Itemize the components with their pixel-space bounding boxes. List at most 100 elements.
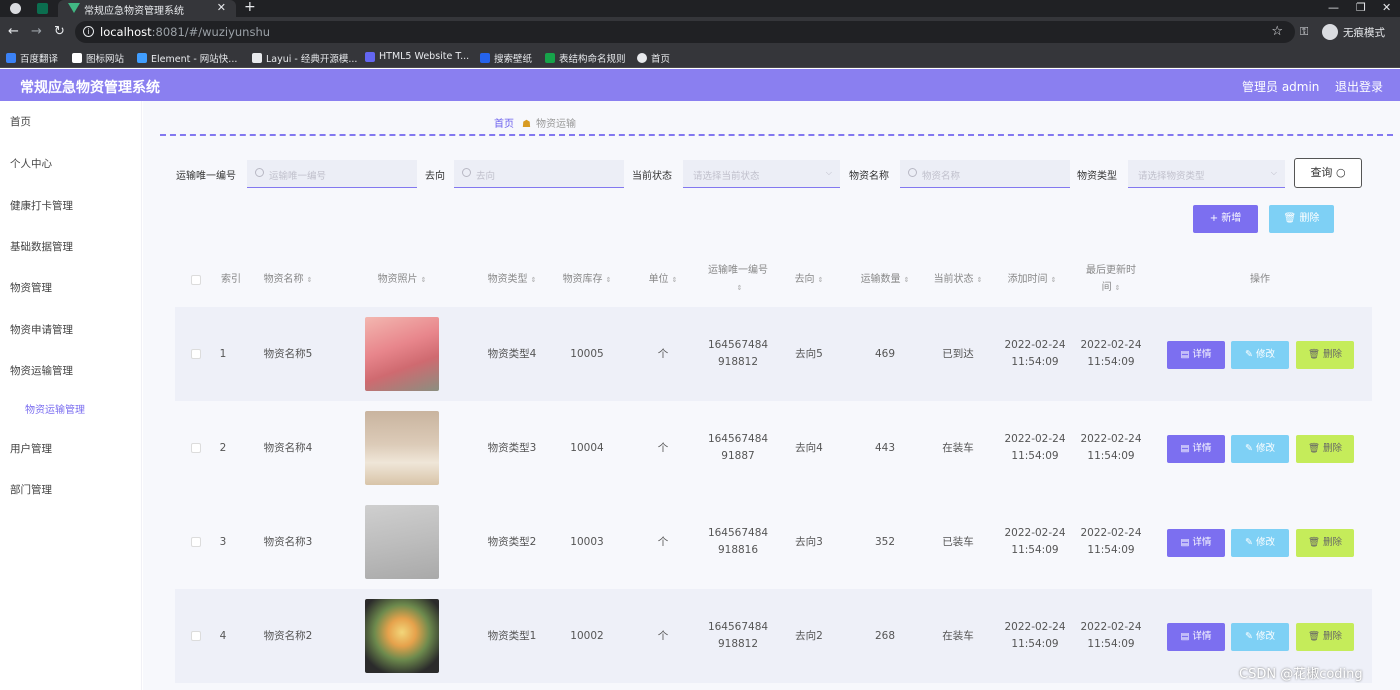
row-checkbox[interactable] (191, 537, 201, 547)
logout-link[interactable]: 退出登录 (1335, 78, 1383, 95)
pencil-icon: ✎ (1244, 537, 1253, 548)
app-tab-icon[interactable] (37, 3, 48, 14)
incognito-avatar[interactable] (1322, 24, 1338, 40)
table-row: 4 物资名称2 物资类型1 10002 个 164567484 918812 去向… (175, 589, 1372, 683)
bookmark-item[interactable]: 图标网站 (72, 51, 124, 65)
window-close-icon[interactable]: ✕ (1382, 1, 1391, 14)
detail-button[interactable]: ▤ 详情 (1167, 435, 1225, 463)
batch-delete-button[interactable]: 🗑 删除 (1269, 205, 1334, 233)
main-content: 首页 ☗ 物资运输 运输唯一编号 运输唯一编号 去向 去向 当前状态 请选择当前状态… (143, 101, 1400, 690)
bookmark-item[interactable]: Element - 网站快... (137, 51, 237, 65)
search-dest-input[interactable]: 去向 (454, 160, 624, 188)
detail-button[interactable]: ▤ 详情 (1167, 341, 1225, 369)
current-user[interactable]: 管理员 admin (1242, 78, 1319, 95)
col-unit[interactable]: 单位 ⇕ (630, 271, 696, 289)
sidebar-item-transport[interactable]: 物资运输管理 (10, 363, 73, 378)
row-checkbox[interactable] (191, 631, 201, 641)
key-icon[interactable]: ⚿ (1300, 25, 1308, 39)
col-type[interactable]: 物资类型 ⇕ (477, 271, 547, 289)
sidebar-item-requests[interactable]: 物资申请管理 (10, 322, 73, 337)
bookmark-item[interactable]: 首页 (637, 51, 670, 65)
col-name[interactable]: 物资名称 ⇕ (253, 271, 323, 289)
edit-button[interactable]: ✎ 修改 (1231, 341, 1289, 369)
photo-pink-flowers[interactable] (365, 317, 439, 391)
cell-qty: 443 (874, 442, 896, 454)
cell-name: 物资名称3 (263, 536, 313, 548)
row-checkbox[interactable] (191, 443, 201, 453)
photo-pen-holder[interactable] (365, 411, 439, 485)
minimize-icon[interactable]: — (1328, 1, 1339, 14)
delete-button[interactable]: 🗑 删除 (1296, 435, 1354, 463)
col-stock[interactable]: 物资库存 ⇕ (552, 271, 622, 289)
cell-updated-time: 2022-02-24 11:54:09 (1080, 621, 1142, 650)
delete-button[interactable]: 🗑 删除 (1296, 341, 1354, 369)
col-dest[interactable]: 去向 ⇕ (783, 271, 835, 289)
search-name-input[interactable]: 物资名称 (900, 160, 1070, 188)
col-index: 索引 (221, 274, 241, 285)
sidebar-item-home[interactable]: 首页 (10, 114, 31, 129)
sidebar-item-users[interactable]: 用户管理 (10, 441, 52, 456)
col-actions: 操作 (1250, 274, 1270, 285)
col-added-time[interactable]: 添加时间 ⇕ (1001, 271, 1063, 289)
sidebar-item-base-data[interactable]: 基础数据管理 (10, 239, 73, 254)
sidebar-item-supplies[interactable]: 物资管理 (10, 280, 52, 295)
cell-code: 164567484 91887 (707, 433, 769, 462)
search-form: 运输唯一编号 运输唯一编号 去向 去向 当前状态 请选择当前状态 ⌵ 物资名称 … (143, 158, 1400, 188)
col-status[interactable]: 当前状态 ⇕ (927, 271, 989, 289)
type-select[interactable]: 请选择物资类型 ⌵ (1128, 160, 1285, 188)
back-icon[interactable]: ← (8, 24, 19, 39)
detail-button[interactable]: ▤ 详情 (1167, 529, 1225, 557)
cell-dest: 去向4 (795, 442, 823, 454)
breadcrumb: 首页 ☗ 物资运输 (494, 115, 576, 130)
bookmark-item[interactable]: 搜索壁纸 (480, 51, 532, 65)
edit-button[interactable]: ✎ 修改 (1231, 435, 1289, 463)
cell-qty: 469 (874, 348, 896, 360)
trash-icon: 🗑 (1283, 213, 1297, 224)
reload-icon[interactable]: ↻ (54, 24, 65, 39)
cell-name: 物资名称2 (263, 630, 313, 642)
cell-status: 在装车 (942, 442, 974, 454)
status-select[interactable]: 请选择当前状态 ⌵ (683, 160, 840, 188)
breadcrumb-home[interactable]: 首页 (494, 119, 514, 130)
add-button[interactable]: + 新增 (1193, 205, 1258, 233)
detail-button[interactable]: ▤ 详情 (1167, 623, 1225, 651)
bookmark-item[interactable]: HTML5 Website T... (365, 51, 469, 62)
query-button[interactable]: 查询 ○ (1294, 158, 1362, 188)
bookmark-item[interactable]: Layui - 经典开源模... (252, 51, 357, 65)
edit-button[interactable]: ✎ 修改 (1231, 529, 1289, 557)
bookmark-item[interactable]: 百度翻译 (6, 51, 58, 65)
new-tab-icon[interactable]: + (244, 0, 256, 15)
globe-icon[interactable] (10, 3, 21, 14)
edit-button[interactable]: ✎ 修改 (1231, 623, 1289, 651)
incognito-label[interactable]: 无痕模式 (1343, 25, 1385, 40)
info-icon[interactable]: i (83, 26, 94, 37)
photo-bouquet[interactable] (365, 599, 439, 673)
sidebar-item-departments[interactable]: 部门管理 (10, 482, 52, 497)
bookmark-item[interactable]: 表结构命名规则 (545, 51, 626, 65)
photo-hand-tool[interactable] (365, 505, 439, 579)
close-icon[interactable]: ✕ (217, 1, 226, 14)
col-qty[interactable]: 运输数量 ⇕ (850, 271, 920, 289)
sidebar: 首页 个人中心 健康打卡管理 基础数据管理 物资管理 物资申请管理 物资运输管理… (0, 101, 142, 690)
col-photo[interactable]: 物资照片 ⇕ (365, 271, 439, 289)
sidebar-subitem-transport[interactable]: 物资运输管理 (25, 401, 85, 416)
divider (160, 134, 1393, 136)
cell-dest: 去向5 (795, 348, 823, 360)
browser-tab-active[interactable]: 常规应急物资管理系统 ✕ (58, 0, 236, 17)
forward-icon[interactable]: → (31, 24, 42, 39)
restore-icon[interactable]: ❐ (1356, 1, 1366, 14)
url-input[interactable]: i localhost:8081/#/wuziyunshu ☆ (75, 21, 1295, 43)
sidebar-item-profile[interactable]: 个人中心 (10, 156, 52, 171)
bookmark-star-icon[interactable]: ☆ (1271, 24, 1283, 39)
row-checkbox[interactable] (191, 349, 201, 359)
select-all-checkbox[interactable] (191, 275, 201, 285)
cell-type: 物资类型4 (487, 348, 537, 360)
document-icon: ▤ (1180, 631, 1190, 642)
col-code[interactable]: 运输唯一编号⇕ (705, 262, 771, 297)
search-code-input[interactable]: 运输唯一编号 (247, 160, 417, 188)
sidebar-item-health[interactable]: 健康打卡管理 (10, 198, 73, 213)
delete-button[interactable]: 🗑 删除 (1296, 623, 1354, 651)
delete-button[interactable]: 🗑 删除 (1296, 529, 1354, 557)
col-updated-time[interactable]: 最后更新时间 ⇕ (1082, 262, 1140, 297)
cell-dest: 去向3 (795, 536, 823, 548)
